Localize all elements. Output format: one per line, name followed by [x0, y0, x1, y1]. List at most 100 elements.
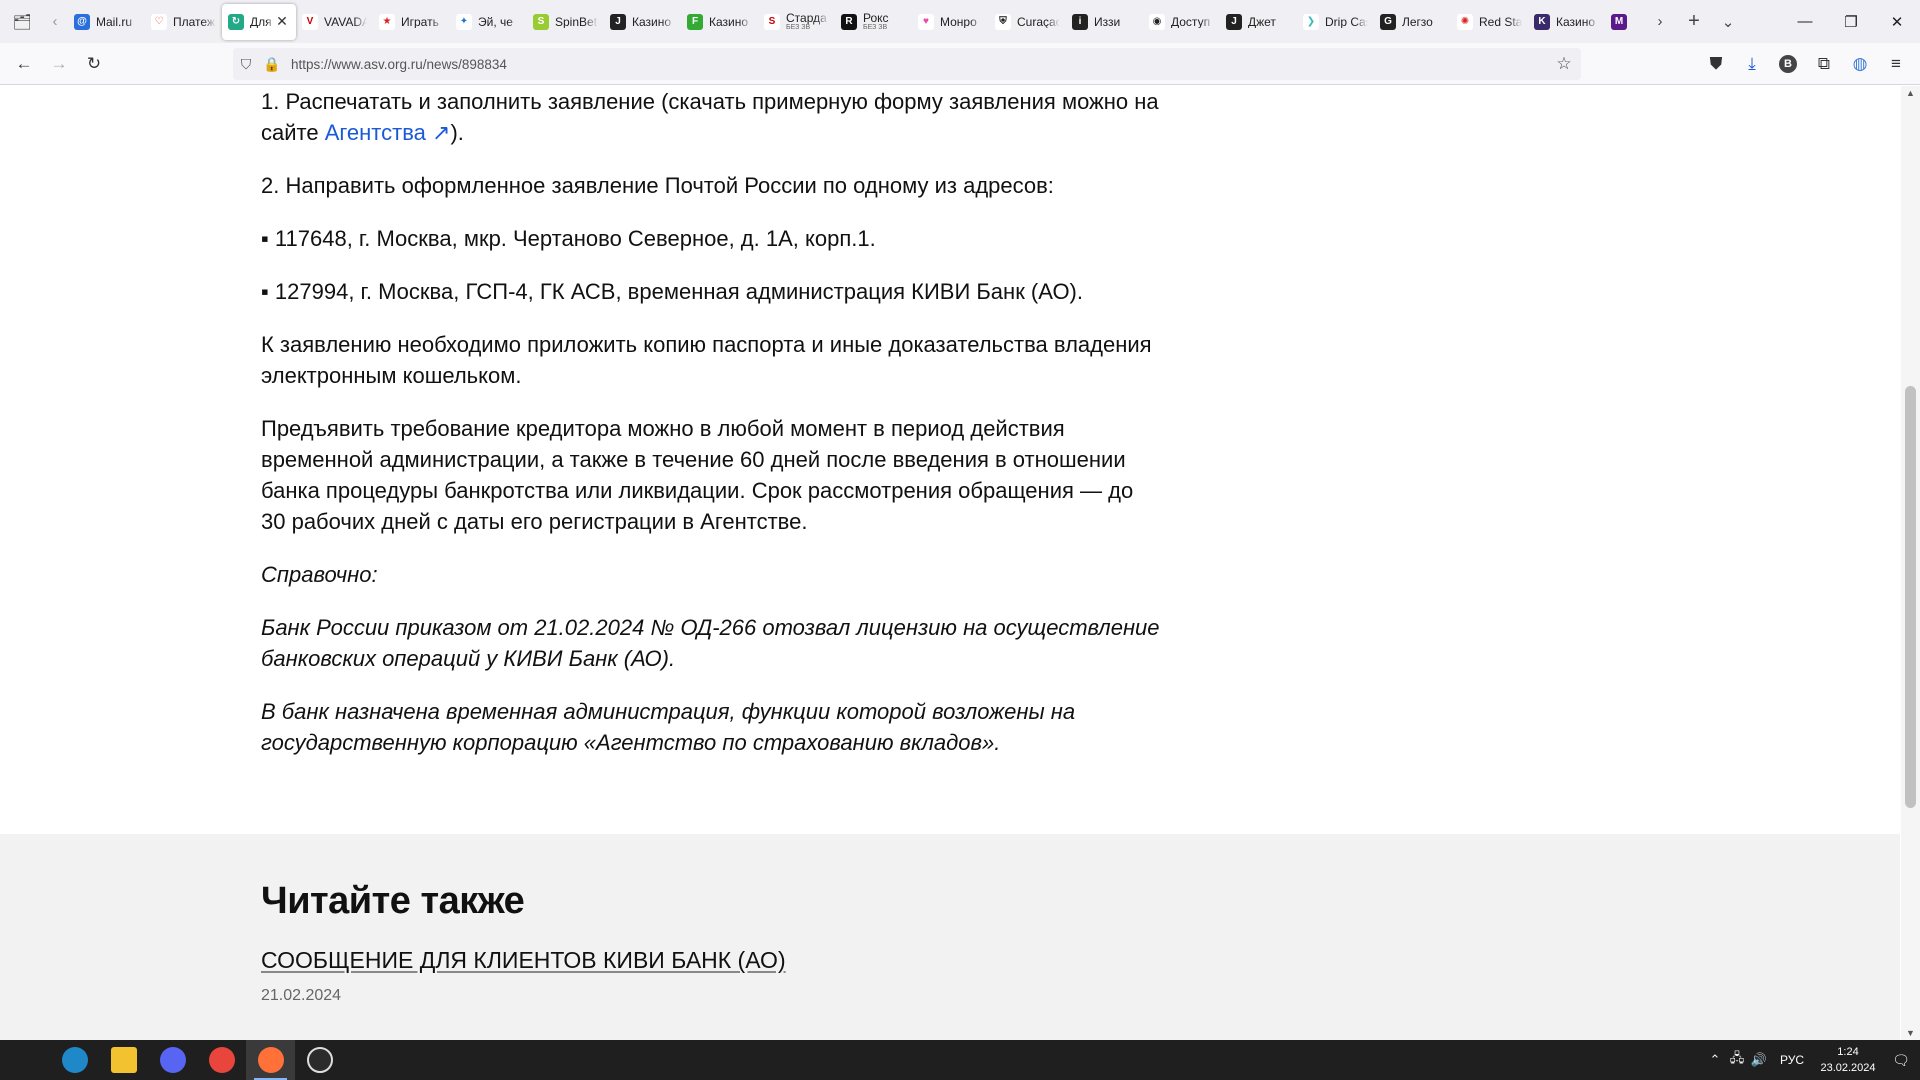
tab-favicon-icon: K — [1534, 13, 1550, 30]
profile-avatar[interactable]: B — [1772, 48, 1804, 80]
new-tab-button[interactable]: + — [1677, 5, 1711, 39]
volume-icon[interactable]: 🔊 — [1748, 1052, 1770, 1068]
tab[interactable]: S Старда БЕЗ ЗВ — [758, 5, 835, 39]
tab-favicon-icon: ★ — [379, 13, 395, 30]
tab[interactable]: ♡ Платежи — [145, 5, 222, 39]
tab[interactable]: ♥ Монро — [912, 5, 989, 39]
page-scrollbar[interactable]: ▲ ▼ — [1901, 86, 1920, 1040]
tab-label: Доступ — [1171, 15, 1211, 28]
close-tab-icon[interactable]: ✕ — [274, 13, 290, 30]
tracking-protection-shield-icon[interactable]: ⛉ — [233, 56, 259, 73]
system-clock[interactable]: 1:24 23.02.2024 — [1814, 1044, 1882, 1076]
address-1: ▪ 117648, г. Москва, мкр. Чертаново Севе… — [261, 226, 876, 251]
related-news-link[interactable]: СООБЩЕНИЕ ДЛЯ КЛИЕНТОВ КИВИ БАНК (АО) — [261, 947, 786, 974]
windows-taskbar: ⌃ 🖧 🔊 РУС 1:24 23.02.2024 🗨 — [0, 1040, 1920, 1080]
tab[interactable]: V VAVADA — [296, 5, 373, 39]
tab[interactable]: J Джет — [1220, 5, 1297, 39]
tab-label: Казино — [1556, 15, 1596, 28]
tab[interactable]: G Легзо — [1374, 5, 1451, 39]
tab[interactable]: J Казино — [604, 5, 681, 39]
instruction-step-2: 2. Направить оформленное заявление Почто… — [261, 173, 1054, 198]
tab-label: SpinBetter — [555, 15, 598, 28]
tab[interactable]: F Казино — [681, 5, 758, 39]
read-also-heading: Читайте также — [261, 880, 525, 922]
tab[interactable]: S SpinBetter — [527, 5, 604, 39]
tab-active[interactable]: ↻ Для клиентов✕ — [222, 3, 296, 40]
tab[interactable]: ◉ Доступ — [1143, 5, 1220, 39]
translate-icon[interactable]: ◍ — [1844, 48, 1876, 80]
tab[interactable]: R Рокс БЕЗ ЗВ — [835, 5, 912, 39]
tab-favicon-icon: ◉ — [1149, 13, 1165, 30]
bookmark-star-icon[interactable]: ☆ — [1547, 54, 1581, 74]
tab[interactable]: ✦ Эй, че — [450, 5, 527, 39]
site-lock-icon[interactable]: 🔒 — [259, 56, 285, 73]
scroll-up-arrow-icon[interactable]: ▲ — [1906, 88, 1915, 98]
tabs-scroll-right-icon[interactable]: › — [1643, 5, 1677, 39]
reference-heading: Справочно: — [261, 562, 378, 587]
extensions-icon[interactable]: ⧉ — [1808, 48, 1840, 80]
tab-favicon-icon: ↻ — [228, 13, 244, 30]
instruction-step-1: 1. Распечатать и заполнить заявление (ск… — [261, 89, 1159, 145]
tab[interactable]: @ Mail.ru — [68, 5, 145, 39]
address-2: ▪ 127994, г. Москва, ГСП-4, ГК АСВ, врем… — [261, 279, 1083, 304]
tab-label: Легзо — [1402, 15, 1433, 28]
browser-tab-bar: 🗂 ‹ @Mail.ru♡Платежи↻Для клиентов✕VVAVAD… — [0, 0, 1920, 43]
close-window-button[interactable]: ✕ — [1874, 0, 1920, 43]
taskbar-explorer-button[interactable] — [99, 1040, 148, 1080]
tab[interactable]: ✺ Red Star — [1451, 5, 1528, 39]
license-revocation-note: Банк России приказом от 21.02.2024 № ОД-… — [261, 615, 1160, 671]
tab-favicon-icon: S — [533, 13, 549, 30]
tab[interactable]: ❯ Drip Casino — [1297, 5, 1374, 39]
taskbar-discord-button[interactable] — [148, 1040, 197, 1080]
list-all-tabs-icon[interactable]: 🗂 — [2, 5, 42, 39]
tab-label: Старда БЕЗ ЗВ — [786, 11, 827, 31]
tab-label: Казино — [709, 15, 749, 28]
downloads-icon[interactable]: ⤓ — [1736, 48, 1768, 80]
tab-favicon-icon: J — [1226, 13, 1242, 30]
tab[interactable]: ⛨ Curaçao — [989, 5, 1066, 39]
tabs-scroll-left-icon[interactable]: ‹ — [42, 5, 68, 39]
attachment-note: К заявлению необходимо приложить копию п… — [261, 332, 1152, 388]
taskbar-chrome-button[interactable] — [197, 1040, 246, 1080]
restore-window-button[interactable]: ❐ — [1828, 0, 1874, 43]
tab-favicon-icon: J — [610, 13, 626, 30]
tab[interactable]: M — [1605, 5, 1639, 39]
tab-favicon-icon: V — [302, 13, 318, 30]
system-tray: ⌃ 🖧 🔊 РУС 1:24 23.02.2024 🗨 — [1704, 1040, 1920, 1080]
show-hidden-icons-chevron-icon[interactable]: ⌃ — [1704, 1052, 1726, 1068]
tab-favicon-icon: ✦ — [456, 13, 472, 30]
chrome-icon — [208, 1047, 235, 1073]
network-icon[interactable]: 🖧 — [1726, 1049, 1748, 1071]
tab[interactable]: K Казино — [1528, 5, 1605, 39]
reload-button[interactable]: ↻ — [78, 48, 110, 80]
forward-button[interactable]: → — [43, 48, 75, 80]
tab-favicon-icon: ⛨ — [995, 13, 1011, 30]
related-news-date: 21.02.2024 — [261, 987, 342, 1004]
minimize-window-button[interactable]: — — [1782, 0, 1828, 43]
tab-label: Играть — [401, 15, 439, 28]
read-also-section: Читайте также СООБЩЕНИЕ ДЛЯ КЛИЕНТОВ КИВ… — [0, 834, 1900, 1040]
tab-favicon-icon: ♥ — [918, 13, 934, 30]
scroll-down-arrow-icon[interactable]: ▼ — [1906, 1028, 1915, 1038]
scrollbar-thumb[interactable] — [1905, 386, 1916, 808]
tab-label: Red Star — [1479, 15, 1522, 28]
tab-favicon-icon: G — [1380, 13, 1396, 30]
url-text[interactable]: https://www.asv.org.ru/news/898834 — [291, 57, 1547, 72]
agency-link[interactable]: Агентства ↗ — [325, 120, 451, 145]
taskbar-obs-button[interactable] — [295, 1040, 344, 1080]
app-menu-icon[interactable]: ≡ — [1880, 48, 1912, 80]
taskbar-edge-button[interactable] — [50, 1040, 99, 1080]
tab[interactable]: ★ Играть — [373, 5, 450, 39]
tab-label: Казино — [632, 15, 672, 28]
address-bar[interactable]: ⛉ 🔒 https://www.asv.org.ru/news/898834 ☆ — [233, 48, 1581, 80]
tab-list-dropdown-icon[interactable]: ⌄ — [1711, 5, 1745, 39]
back-button[interactable]: ← — [8, 48, 40, 80]
notifications-icon[interactable]: 🗨 — [1882, 1052, 1920, 1069]
tab-label: Платежи — [173, 15, 216, 28]
navigation-toolbar: ← → ↻ ⛉ 🔒 https://www.asv.org.ru/news/89… — [0, 43, 1920, 85]
taskbar-firefox-button[interactable] — [246, 1040, 295, 1080]
tab[interactable]: i Иззи — [1066, 5, 1143, 39]
pocket-icon[interactable]: ⛊ — [1700, 48, 1732, 80]
input-language-indicator[interactable]: РУС — [1780, 1053, 1804, 1067]
tab-label: Drip Casino — [1325, 15, 1368, 28]
